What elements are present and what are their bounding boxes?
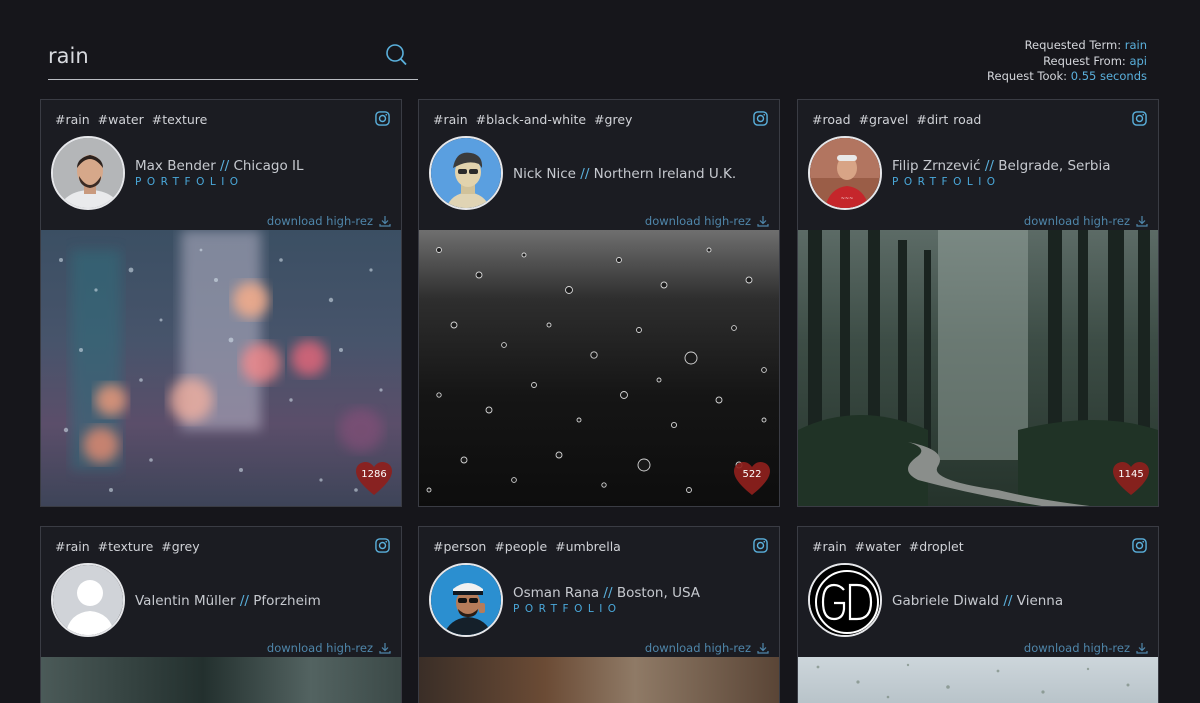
tag[interactable]: #grey — [161, 539, 199, 554]
download-icon — [379, 216, 391, 227]
download-link[interactable]: download high-rez — [645, 214, 769, 228]
photo[interactable] — [41, 657, 401, 703]
tag[interactable]: #people — [494, 539, 547, 554]
instagram-icon[interactable] — [1132, 111, 1147, 126]
photo-card: #person #people #umbrella Osman Rana // … — [418, 526, 780, 703]
download-link[interactable]: download high-rez — [267, 214, 391, 228]
author-name[interactable]: Gabriele Diwald — [892, 593, 999, 609]
tag[interactable]: #water — [98, 112, 144, 127]
instagram-icon[interactable] — [753, 538, 768, 553]
tag[interactable]: #rain — [55, 112, 90, 127]
tag[interactable]: #texture — [152, 112, 208, 127]
photo-card: #rain #water #droplet Gabriele Diwald //… — [797, 526, 1159, 703]
portfolio-link[interactable]: PORTFOLIO — [135, 176, 244, 188]
photo[interactable]: 1286 — [41, 230, 401, 506]
photo-card: #rain #black-and-white #grey Nick Nice /… — [418, 99, 780, 507]
tag-list: #rain #water #texture — [55, 112, 210, 127]
photo[interactable] — [798, 657, 1158, 703]
download-link[interactable]: download high-rez — [1024, 214, 1148, 228]
author-line: Osman Rana // Boston, USA — [513, 585, 701, 601]
photo[interactable]: 522 — [419, 230, 779, 506]
tag[interactable]: #gravel — [859, 112, 909, 127]
download-icon — [1136, 643, 1148, 654]
tag[interactable]: #texture — [98, 539, 154, 554]
avatar[interactable] — [51, 136, 125, 210]
requested-term: Requested Term: rain — [1024, 38, 1147, 52]
download-link[interactable]: download high-rez — [1024, 641, 1148, 655]
photo[interactable]: 1145 — [798, 230, 1158, 506]
author-line: Gabriele Diwald // Vienna — [892, 593, 1064, 609]
author-line: Max Bender // Chicago IL — [135, 158, 304, 174]
tag-list: #rain #texture #grey — [55, 539, 203, 554]
tag[interactable]: #rain — [433, 112, 468, 127]
svg-text:~~~: ~~~ — [841, 196, 854, 202]
tag[interactable]: #rain — [812, 539, 847, 554]
tag-list: #rain #water #droplet — [812, 539, 967, 554]
photo-card: #rain #water #texture Max Bender // Chic… — [40, 99, 402, 507]
tag[interactable]: #black-and-white — [476, 112, 586, 127]
tag[interactable]: #road — [812, 112, 851, 127]
tag-list: #rain #black-and-white #grey — [433, 112, 635, 127]
request-took: Request Took: 0.55 seconds — [987, 69, 1147, 83]
tag[interactable]: #rain — [55, 539, 90, 554]
tag[interactable]: #umbrella — [555, 539, 621, 554]
author-location: Vienna — [1016, 593, 1064, 609]
tag-list: #road #gravel #dirt road — [812, 112, 984, 127]
instagram-icon[interactable] — [375, 111, 390, 126]
tag[interactable]: #dirt road — [916, 112, 981, 127]
photo-card: #road #gravel #dirt road ~~~ Filip Zrnze… — [797, 99, 1159, 507]
request-from: Request From: api — [1043, 53, 1147, 68]
instagram-icon[interactable] — [375, 538, 390, 553]
download-link[interactable]: download high-rez — [267, 641, 391, 655]
likes-badge[interactable]: 1145 — [1112, 461, 1150, 497]
author-name[interactable]: Valentin Müller — [135, 593, 236, 609]
tag[interactable]: #droplet — [909, 539, 964, 554]
author-name[interactable]: Nick Nice — [513, 166, 576, 182]
download-icon — [757, 216, 769, 227]
photo-card: #rain #texture #grey Valentin Müller // … — [40, 526, 402, 703]
likes-badge[interactable]: 522 — [733, 461, 771, 497]
instagram-icon[interactable] — [1132, 538, 1147, 553]
author-line: Filip Zrnzević // Belgrade, Serbia — [892, 158, 1111, 174]
instagram-icon[interactable] — [753, 111, 768, 126]
author-name[interactable]: Osman Rana — [513, 585, 599, 601]
avatar[interactable] — [429, 563, 503, 637]
author-location: Belgrade, Serbia — [998, 158, 1111, 174]
tag[interactable]: #water — [855, 539, 901, 554]
avatar[interactable]: ~~~ — [808, 136, 882, 210]
search-icon[interactable] — [384, 43, 408, 67]
search-bar — [48, 36, 418, 80]
portfolio-link[interactable]: PORTFOLIO — [513, 603, 622, 615]
author-name[interactable]: Filip Zrnzević — [892, 158, 981, 174]
author-location: Boston, USA — [616, 585, 701, 601]
likes-badge[interactable]: 1286 — [355, 461, 393, 497]
request-info: Requested Term: rain Request From: api R… — [987, 38, 1147, 85]
portfolio-link[interactable]: PORTFOLIO — [892, 176, 1001, 188]
author-location: Chicago IL — [233, 158, 304, 174]
avatar[interactable] — [429, 136, 503, 210]
author-location: Northern Ireland U.K. — [593, 166, 737, 182]
author-location: Pforzheim — [253, 593, 321, 609]
tag-list: #person #people #umbrella — [433, 539, 624, 554]
search-input[interactable] — [48, 36, 368, 76]
author-line: Valentin Müller // Pforzheim — [135, 593, 321, 609]
download-icon — [757, 643, 769, 654]
download-link[interactable]: download high-rez — [645, 641, 769, 655]
download-icon — [379, 643, 391, 654]
tag[interactable]: #person — [433, 539, 486, 554]
author-line: Nick Nice // Northern Ireland U.K. — [513, 166, 737, 182]
avatar-placeholder[interactable] — [51, 563, 125, 637]
gd-logo-avatar[interactable] — [808, 563, 882, 637]
author-name[interactable]: Max Bender — [135, 158, 216, 174]
download-icon — [1136, 216, 1148, 227]
tag[interactable]: #grey — [594, 112, 632, 127]
photo[interactable] — [419, 657, 779, 703]
